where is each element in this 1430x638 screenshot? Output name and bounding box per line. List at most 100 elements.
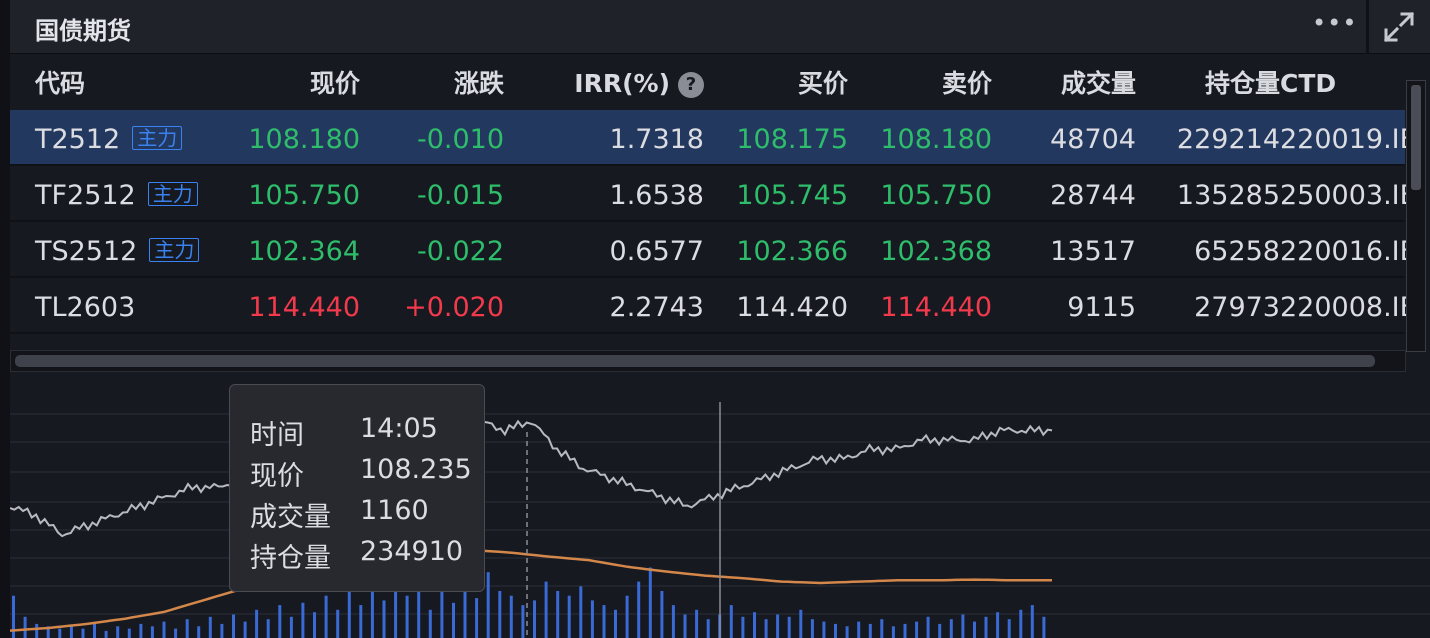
volume-bar: [509, 595, 513, 638]
volume-bar: [891, 626, 895, 638]
col-code[interactable]: 代码: [35, 69, 85, 99]
volume-bar: [278, 605, 282, 638]
volume-bar: [81, 628, 85, 638]
volume-bar: [857, 621, 861, 638]
volume-bar: [625, 595, 629, 638]
volume-bar: [683, 614, 687, 638]
intraday-chart[interactable]: [10, 372, 1430, 638]
header-divider: [1366, 0, 1369, 54]
horizontal-scroll-thumb[interactable]: [15, 355, 1375, 367]
volume-bar: [996, 612, 1000, 638]
volume-bar: [973, 621, 976, 638]
col-ask[interactable]: 卖价: [942, 69, 992, 99]
volume-bar: [949, 619, 953, 638]
table-row[interactable]: TF2512 主力 105.750 -0.015 1.6538 105.745 105.75…: [10, 166, 1418, 222]
volume-bar: [729, 605, 733, 638]
volume-bar: [648, 567, 652, 638]
volume-bar: [810, 619, 814, 638]
volume-bar: [579, 586, 583, 638]
cell-ctd: 250003.IB: [1280, 180, 1419, 211]
tooltip-row-volume: 成交量 1160: [250, 495, 429, 533]
cell-change: -0.015: [416, 180, 504, 211]
volume-bar: [336, 609, 340, 638]
volume-bar: [614, 609, 617, 638]
cell-volume: 9115: [1067, 292, 1136, 323]
cell-bid: 102.366: [736, 236, 848, 267]
help-icon[interactable]: ?: [678, 72, 704, 98]
cell-price: 108.180: [248, 124, 360, 155]
volume-bar: [822, 621, 826, 638]
tooltip-row-price: 现价 108.235: [250, 454, 472, 492]
cell-bid: 105.745: [736, 180, 848, 211]
volume-bar: [1030, 605, 1034, 638]
volume-bar: [741, 616, 745, 638]
col-ctd[interactable]: CTD: [1280, 69, 1336, 99]
volume-bar: [452, 602, 455, 638]
volume-bar: [35, 623, 39, 638]
volume-bar: [255, 609, 259, 638]
volume-bar: [1019, 609, 1023, 638]
volume-bar: [926, 616, 930, 638]
volume-bar: [359, 605, 363, 638]
tooltip-row-oi: 持仓量 234910: [250, 536, 464, 574]
col-bid[interactable]: 买价: [798, 69, 848, 99]
volume-bar: [208, 616, 212, 638]
cell-volume: 48704: [1050, 124, 1136, 155]
col-price[interactable]: 现价: [310, 69, 360, 99]
contract-code: TF2512: [35, 180, 136, 211]
volume-bar: [440, 586, 444, 638]
col-irr[interactable]: IRR(%)?: [574, 69, 704, 99]
main-contract-badge: 主力: [132, 126, 183, 150]
cell-irr: 0.6577: [609, 236, 704, 267]
volume-bar: [533, 600, 536, 638]
volume-bar: [834, 623, 837, 638]
main-contract-badge: 主力: [147, 182, 198, 206]
expand-icon[interactable]: [1382, 10, 1416, 44]
cell-change: -0.010: [416, 124, 504, 155]
volume-bar: [961, 614, 965, 638]
volume-bar: [162, 621, 166, 638]
volume-bar: [845, 626, 849, 638]
main-contract-badge: 主力: [149, 238, 200, 262]
quotes-table: 代码 现价 涨跌 IRR(%)? 买价 卖价 成交量 持仓量 CTD T2512…: [10, 56, 1418, 334]
cell-ask: 114.440: [880, 292, 992, 323]
volume-bar: [69, 626, 73, 638]
volume-bar: [799, 609, 803, 638]
volume-bar: [104, 630, 108, 638]
horizontal-scrollbar[interactable]: [10, 350, 1406, 372]
volume-bar: [567, 595, 571, 638]
cell-ctd: 220016.IB: [1280, 236, 1419, 267]
cell-code: TF2512 主力: [35, 181, 198, 211]
volume-bar: [405, 595, 409, 638]
volume-bar: [23, 616, 27, 638]
panel-title: 国债期货: [35, 17, 131, 45]
col-change[interactable]: 涨跌: [454, 69, 504, 99]
volume-bar: [289, 616, 293, 638]
volume-bar: [753, 612, 756, 638]
volume-bar: [127, 628, 131, 638]
volume-bar: [58, 628, 62, 638]
volume-bar: [637, 581, 641, 638]
table-row[interactable]: TS2512 主力 102.364 -0.022 0.6577 102.366 102.36…: [10, 222, 1418, 278]
col-volume[interactable]: 成交量: [1061, 69, 1136, 99]
volume-bar: [868, 623, 872, 638]
cell-open-interest: 65258: [1194, 236, 1280, 267]
contract-code: T2512: [35, 124, 121, 155]
cell-change: -0.022: [416, 236, 504, 267]
more-icon[interactable]: •••: [1312, 9, 1356, 45]
volume-bar: [660, 591, 664, 638]
table-row[interactable]: TL2603 114.440 +0.020 2.2743 114.420 114.440 9…: [10, 278, 1418, 334]
volume-bars: [12, 567, 1046, 638]
bond-futures-panel: 国债期货 ••• 代码 现价 涨跌 IRR(%)? 买价 卖价 成交量 持仓量: [10, 0, 1430, 638]
volume-bar: [220, 623, 224, 638]
col-irr-label: IRR(%): [574, 69, 670, 98]
cell-change: +0.020: [404, 292, 504, 323]
col-open-interest[interactable]: 持仓量: [1205, 69, 1280, 99]
volume-bar: [370, 586, 374, 638]
table-row[interactable]: T2512 主力 108.180 -0.010 1.7318 108.175 108.180…: [10, 110, 1418, 166]
volume-bar: [197, 626, 201, 638]
cell-price: 114.440: [248, 292, 360, 323]
volume-bar: [232, 614, 235, 638]
vertical-scrollbar[interactable]: [1406, 80, 1426, 352]
vertical-scroll-thumb[interactable]: [1411, 85, 1421, 190]
